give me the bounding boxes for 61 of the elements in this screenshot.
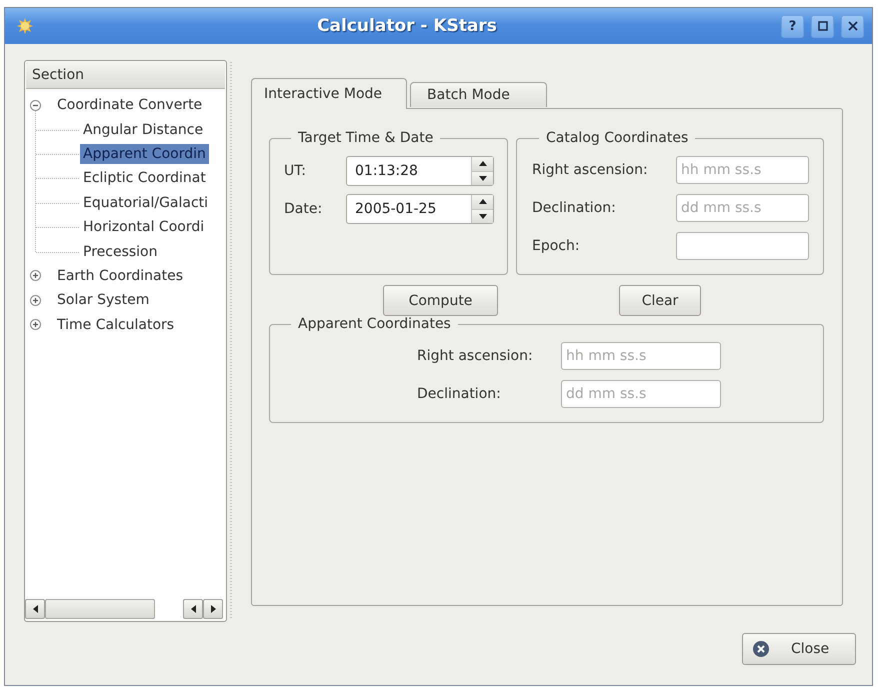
close-icon — [753, 641, 769, 657]
tree-item[interactable]: Solar System — [54, 290, 152, 310]
group-title: Catalog Coordinates — [545, 130, 690, 147]
maximize-icon — [818, 21, 828, 31]
compute-button[interactable]: Compute — [383, 285, 498, 316]
group-title: Apparent Coordinates — [297, 316, 452, 333]
spin-down-button[interactable] — [472, 208, 493, 223]
spin-box[interactable]: 01:13:28 — [346, 156, 494, 186]
group-title: Target Time & Date — [297, 130, 434, 147]
tree-item[interactable]: Horizontal Coordi — [80, 217, 208, 238]
close-button[interactable]: Close — [742, 633, 856, 665]
field-label: Epoch: — [532, 238, 581, 254]
collapse-icon[interactable] — [30, 100, 41, 111]
arrow-down-icon — [478, 176, 486, 181]
window-title: Calculator - KStars — [316, 16, 498, 36]
input-field[interactable]: hh mm ss.s — [676, 156, 809, 184]
field-label: Right ascension: — [532, 162, 649, 178]
tree-item[interactable]: Ecliptic Coordinat — [80, 168, 209, 188]
spin-up-button[interactable] — [472, 157, 493, 170]
scrollbar-thumb[interactable] — [45, 599, 155, 619]
tree-item[interactable]: Angular Distance — [80, 120, 206, 140]
arrow-down-icon — [478, 214, 486, 219]
arrow-right-icon — [210, 605, 216, 613]
arrow-left-icon — [190, 605, 196, 613]
spin-up-button[interactable] — [472, 195, 493, 208]
tree-item[interactable]: Equatorial/Galacti — [80, 192, 212, 213]
tree-item[interactable]: Earth Coordinates — [54, 266, 186, 286]
arrow-left-icon — [32, 605, 38, 613]
clear-button[interactable]: Clear — [619, 285, 701, 316]
spin-down-button[interactable] — [472, 170, 493, 185]
arrow-up-icon — [478, 161, 486, 166]
expand-icon[interactable] — [30, 319, 41, 330]
field-label: Declination: — [417, 386, 502, 402]
scroll-left-button[interactable] — [25, 599, 45, 619]
input-field[interactable]: dd mm ss.s — [676, 194, 809, 222]
tree-item[interactable]: Apparent Coordin — [80, 144, 209, 164]
window-close-button[interactable] — [841, 14, 864, 38]
field-label: Right ascension: — [417, 348, 534, 364]
column-header: Section — [26, 62, 225, 89]
field-label: Declination: — [532, 200, 617, 216]
field-label: UT: — [284, 163, 307, 179]
maximize-button[interactable] — [811, 14, 834, 38]
spin-box[interactable]: 2005-01-25 — [346, 194, 494, 224]
tree-item[interactable]: Precession — [80, 242, 160, 262]
splitter-handle[interactable] — [230, 62, 232, 618]
tab[interactable]: Batch Mode — [410, 82, 547, 107]
scroll-left-button[interactable] — [183, 599, 203, 619]
input-field[interactable]: hh mm ss.s — [561, 342, 721, 370]
tree-item[interactable]: Coordinate Converte — [54, 95, 206, 116]
help-button[interactable]: ? — [781, 14, 804, 38]
tree-item[interactable]: Time Calculators — [54, 314, 178, 335]
expand-icon[interactable] — [30, 294, 41, 306]
input-field[interactable] — [676, 232, 809, 260]
arrow-up-icon — [478, 199, 486, 204]
sun-icon — [17, 18, 33, 34]
tab[interactable]: Interactive Mode — [251, 78, 408, 109]
close-icon — [848, 21, 858, 31]
scroll-right-button[interactable] — [203, 599, 223, 619]
input-field[interactable]: dd mm ss.s — [561, 380, 721, 408]
expand-icon[interactable] — [30, 270, 41, 282]
field-label: Date: — [284, 201, 324, 217]
